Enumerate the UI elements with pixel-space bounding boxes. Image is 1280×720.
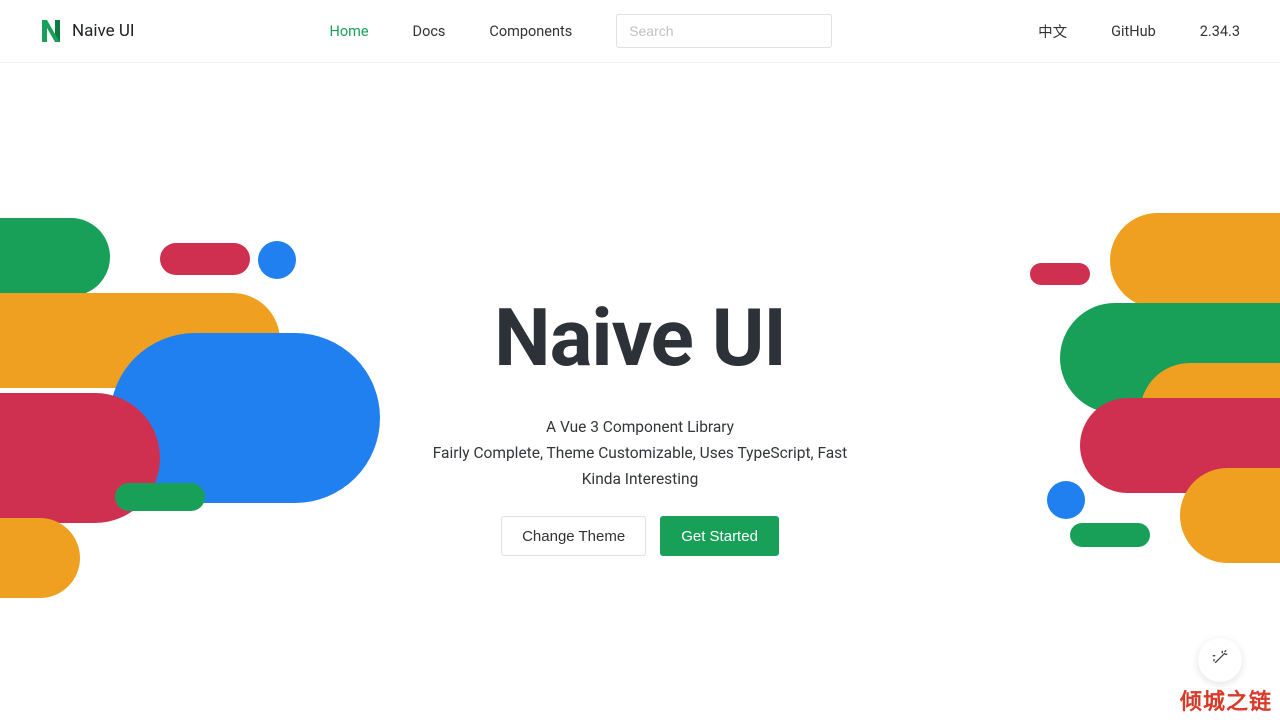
header: Naive UI Home Docs Components 中文 GitHub …	[0, 0, 1280, 63]
nav-components[interactable]: Components	[489, 23, 572, 40]
nav-home[interactable]: Home	[330, 23, 369, 40]
lang-toggle[interactable]: 中文	[1038, 21, 1067, 42]
change-theme-button[interactable]: Change Theme	[501, 516, 646, 556]
hero-subtitle: A Vue 3 Component Library Fairly Complet…	[340, 418, 940, 488]
watermark-text: 倾城之链	[1180, 684, 1272, 716]
theme-editor-fab[interactable]	[1198, 638, 1242, 682]
get-started-button[interactable]: Get Started	[660, 516, 779, 556]
nav-docs[interactable]: Docs	[413, 23, 446, 40]
hero-sub-line-2: Fairly Complete, Theme Customizable, Use…	[340, 444, 940, 462]
hero: Naive UI A Vue 3 Component Library Fairl…	[0, 63, 1280, 720]
hero-sub-line-1: A Vue 3 Component Library	[340, 418, 940, 436]
logo-text: Naive UI	[72, 21, 135, 41]
search-input[interactable]	[616, 14, 832, 48]
hero-sub-line-3: Kinda Interesting	[340, 470, 940, 488]
hero-title: Naive UI	[340, 298, 940, 378]
logo[interactable]: Naive UI	[40, 18, 135, 44]
logo-icon	[40, 18, 62, 44]
version-label[interactable]: 2.34.3	[1200, 23, 1240, 40]
hero-buttons: Change Theme Get Started	[340, 516, 940, 556]
github-link[interactable]: GitHub	[1111, 23, 1156, 40]
search-wrap	[616, 14, 832, 48]
magic-wand-icon	[1211, 649, 1229, 671]
hero-content: Naive UI A Vue 3 Component Library Fairl…	[340, 298, 940, 556]
main-nav: Home Docs Components	[330, 23, 573, 40]
header-right: 中文 GitHub 2.34.3	[1038, 21, 1240, 42]
